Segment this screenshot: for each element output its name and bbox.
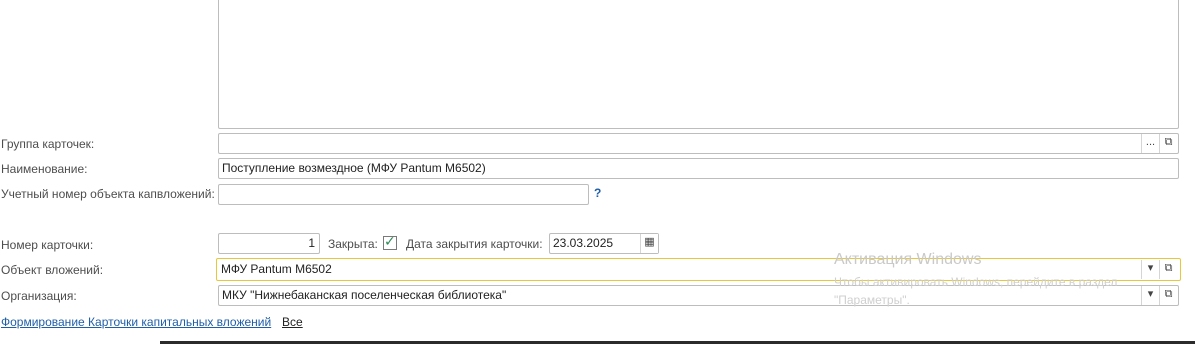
account-number-field[interactable] (218, 184, 589, 205)
organization-open-button[interactable]: ⧉ (1159, 286, 1177, 305)
calendar-button[interactable]: ▦ (640, 234, 658, 253)
card-number-field[interactable]: 1 (218, 233, 320, 254)
account-number-label: Учетный номер объекта капвложений: (1, 187, 215, 201)
organization-dropdown-button[interactable]: ▾ (1141, 286, 1159, 305)
watermark-title: Активация Windows (834, 251, 982, 268)
name-field[interactable]: Поступление возмездное (МФУ Pantum M6502… (218, 158, 1179, 179)
card-group-field[interactable] (218, 133, 1179, 154)
investment-object-value: МФУ Pantum M6502 (221, 262, 332, 276)
report-link[interactable]: Формирование Карточки капитальных вложен… (1, 315, 271, 329)
open-icon: ⧉ (1164, 288, 1173, 300)
comment-textarea[interactable] (218, 0, 1179, 129)
open-icon: ⧉ (1164, 136, 1173, 148)
card-number-label: Номер карточки: (1, 238, 94, 252)
card-group-label: Группа карточек: (1, 137, 95, 151)
check-icon: ✓ (384, 233, 396, 249)
calendar-icon: ▦ (644, 236, 655, 248)
help-icon[interactable]: ? (594, 186, 601, 200)
chevron-down-icon: ▾ (1147, 288, 1154, 300)
card-group-open-button[interactable]: ⧉ (1159, 134, 1177, 153)
watermark-line2: "Параметры". (834, 293, 910, 307)
card-number-value: 1 (308, 236, 315, 250)
ellipsis-icon: ... (1145, 136, 1156, 148)
close-date-value: 23.03.2025 (553, 236, 614, 250)
watermark-line1: Чтобы активировать Windows, перейдите в … (834, 275, 1118, 289)
investment-object-dropdown-button[interactable]: ▾ (1141, 260, 1159, 279)
organization-label: Организация: (1, 289, 77, 303)
organization-value: МКУ "Нижнебаканская поселенческая библио… (222, 288, 507, 302)
investment-object-label: Объект вложений: (1, 263, 104, 277)
closed-checkbox[interactable]: ✓ (383, 233, 397, 250)
open-icon: ⧉ (1164, 262, 1173, 274)
name-label: Наименование: (1, 162, 88, 176)
card-group-select-button[interactable]: ... (1141, 134, 1159, 153)
chevron-down-icon: ▾ (1147, 262, 1154, 274)
close-date-label: Дата закрытия карточки: (406, 237, 543, 251)
closed-label: Закрыта: (328, 237, 378, 251)
investment-object-open-button[interactable]: ⧉ (1159, 260, 1177, 279)
all-link[interactable]: Все (282, 315, 303, 329)
name-value: Поступление возмездное (МФУ Pantum M6502… (222, 161, 486, 175)
